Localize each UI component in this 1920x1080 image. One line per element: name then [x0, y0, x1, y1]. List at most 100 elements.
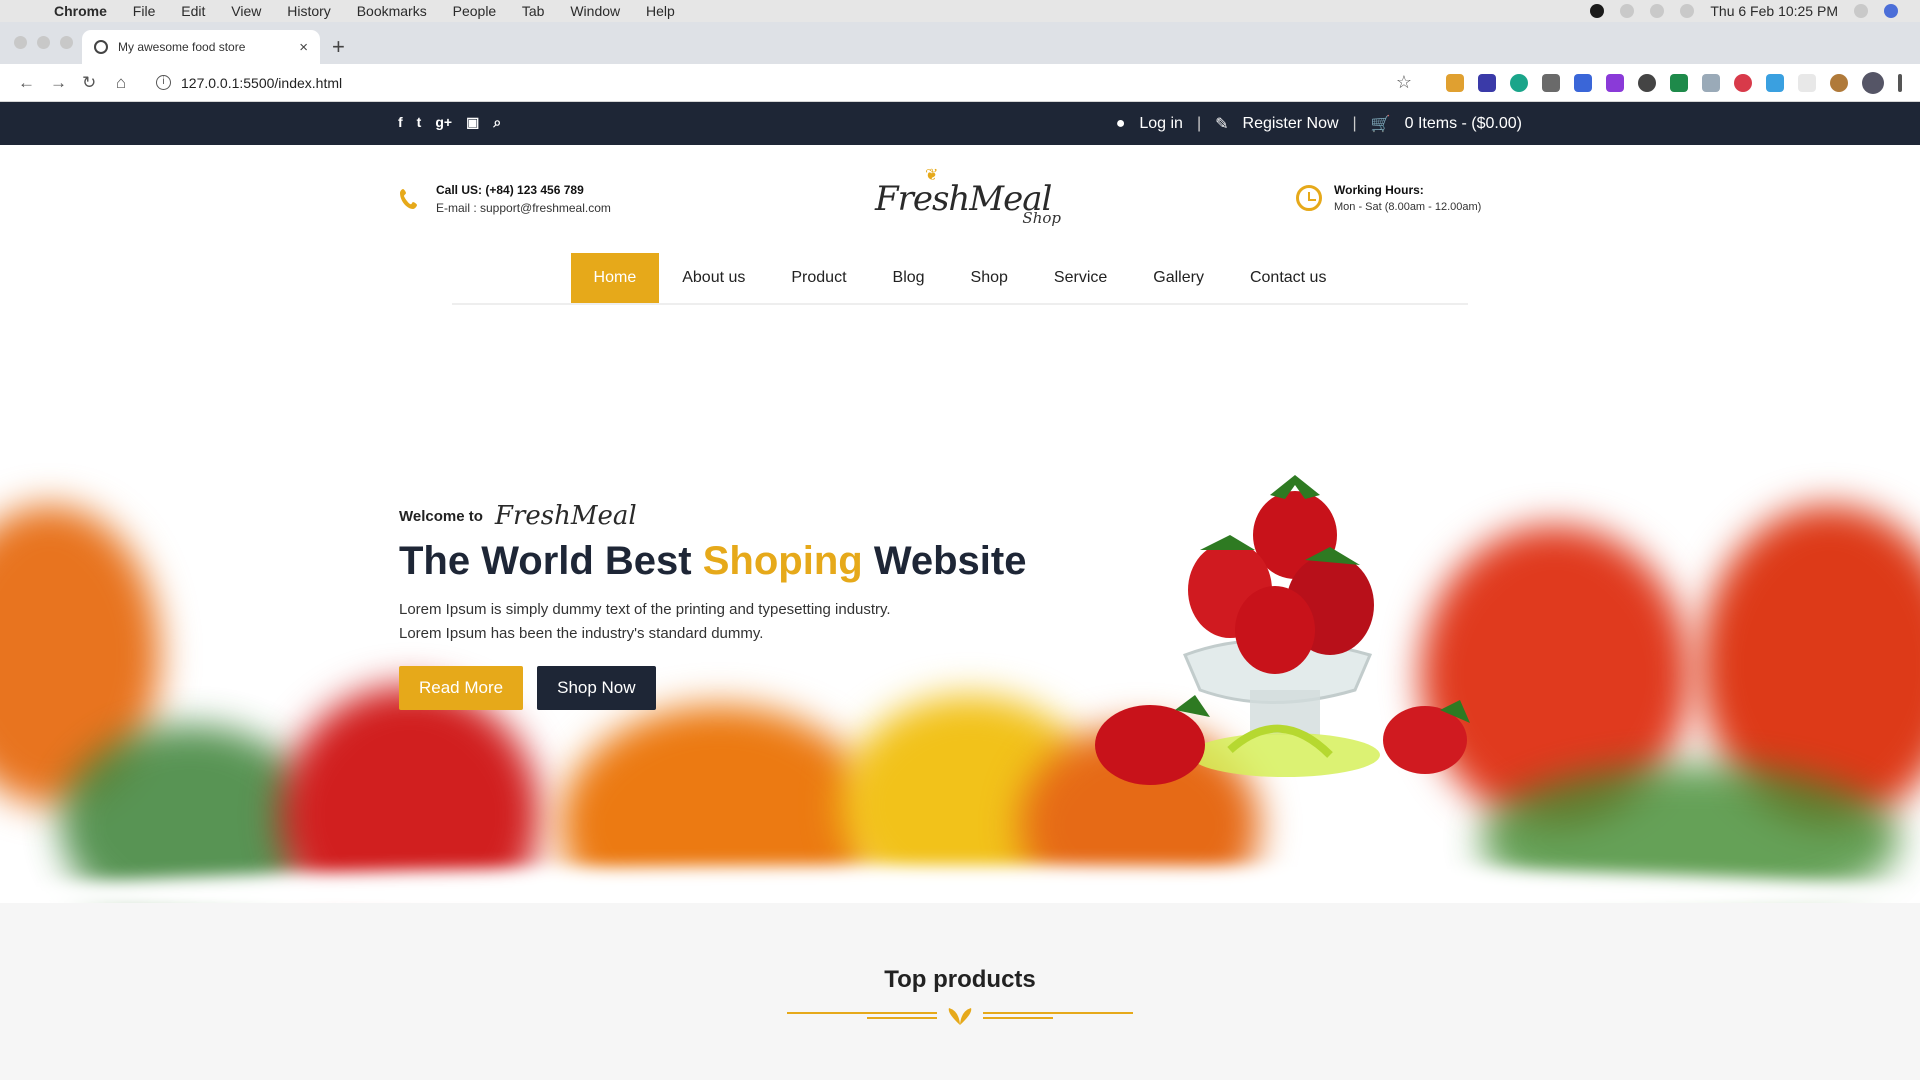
facebook-icon[interactable]: f: [398, 114, 403, 131]
extension-icon[interactable]: [1446, 73, 1464, 92]
leaf-icon: ❦: [925, 167, 939, 184]
extension-icon[interactable]: [1798, 73, 1816, 92]
search-icon[interactable]: [1854, 4, 1868, 18]
extension-icon[interactable]: [1510, 73, 1528, 92]
menu-window[interactable]: Window: [570, 3, 620, 19]
phone-icon: [400, 189, 417, 209]
extension-icon[interactable]: [1766, 73, 1784, 92]
tab-strip: My awesome food store × +: [0, 22, 1920, 64]
social-links: f t g+ ▣ ⌕: [398, 114, 501, 131]
new-tab-button[interactable]: +: [332, 34, 345, 60]
menu-chrome[interactable]: Chrome: [54, 3, 107, 19]
app-menu: Chrome File Edit View History Bookmarks …: [40, 3, 697, 19]
nav-shop[interactable]: Shop: [948, 253, 1031, 303]
register-link[interactable]: Register Now: [1243, 115, 1339, 133]
site-logo[interactable]: ❦ FreshMeal Shop: [875, 165, 1065, 235]
account-links: ● Log in | ✎ Register Now | 🛒 0 Items - …: [1116, 114, 1522, 134]
siri-icon[interactable]: [1884, 4, 1898, 18]
back-icon[interactable]: ←: [18, 73, 35, 93]
globe-icon: [94, 40, 108, 54]
email-address[interactable]: E-mail : support@freshmeal.com: [436, 201, 611, 215]
profile-avatar[interactable]: [1862, 71, 1884, 94]
section-divider: [787, 1008, 1133, 1025]
nav-blog[interactable]: Blog: [870, 253, 948, 303]
minimize-window-icon[interactable]: [37, 36, 50, 49]
phone-number: Call US: (+84) 123 456 789: [436, 183, 584, 197]
extension-icon[interactable]: [1670, 73, 1688, 92]
nav-home[interactable]: Home: [570, 253, 660, 303]
home-icon[interactable]: ⌂: [114, 73, 128, 93]
working-hours: Working Hours: Mon - Sat (8.00am - 12.00…: [1296, 183, 1481, 213]
info-icon[interactable]: i: [156, 75, 171, 90]
hero-buttons: Read More Shop Now: [399, 666, 1026, 710]
extension-icon[interactable]: [1638, 73, 1656, 92]
logo-subtext: Shop: [1022, 209, 1061, 227]
menu-clock[interactable]: Thu 6 Feb 10:25 PM: [1710, 3, 1838, 19]
menu-bookmarks[interactable]: Bookmarks: [357, 3, 427, 19]
record-icon[interactable]: [1590, 4, 1605, 18]
cart-icon: 🛒: [1370, 116, 1391, 133]
nav-gallery[interactable]: Gallery: [1130, 253, 1227, 303]
extension-icon[interactable]: [1542, 73, 1560, 92]
hero-content: Welcome to FreshMeal The World Best Shop…: [399, 501, 1026, 710]
separator: |: [1352, 115, 1357, 132]
tab-title: My awesome food store: [118, 40, 246, 54]
bookmark-star-icon[interactable]: ☆: [1396, 72, 1412, 93]
menu-history[interactable]: History: [287, 3, 331, 19]
menu-edit[interactable]: Edit: [181, 3, 205, 19]
zoom-window-icon[interactable]: [60, 36, 73, 49]
read-more-button[interactable]: Read More: [399, 666, 524, 710]
hero-description: Lorem Ipsum is simply dummy text of the …: [399, 598, 1026, 646]
welcome-logo-text: FreshMeal: [494, 501, 637, 531]
tray-icon[interactable]: [1620, 4, 1635, 18]
headline-accent: Shoping: [702, 539, 863, 583]
wifi-icon[interactable]: [1650, 4, 1665, 18]
nav-contact-us[interactable]: Contact us: [1227, 253, 1349, 303]
url-field[interactable]: i 127.0.0.1:5500/index.html: [156, 75, 342, 91]
close-window-icon[interactable]: [14, 36, 27, 49]
google-plus-icon[interactable]: g+: [435, 114, 452, 131]
menu-view[interactable]: View: [231, 3, 261, 19]
shop-now-button[interactable]: Shop Now: [537, 666, 656, 710]
reload-icon[interactable]: ↻: [82, 73, 96, 93]
forward-icon[interactable]: →: [50, 73, 67, 93]
welcome-line: Welcome to FreshMeal: [399, 501, 1026, 531]
site-header: Call US: (+84) 123 456 789 E-mail : supp…: [0, 145, 1920, 255]
menu-file[interactable]: File: [133, 3, 156, 19]
battery-icon[interactable]: [1680, 4, 1695, 18]
extension-icon[interactable]: [1606, 73, 1624, 92]
menu-tab[interactable]: Tab: [522, 3, 545, 19]
nav-about-us[interactable]: About us: [659, 253, 768, 303]
extension-icon[interactable]: [1574, 73, 1592, 92]
login-link[interactable]: Log in: [1139, 115, 1183, 133]
nav-product[interactable]: Product: [768, 253, 869, 303]
contact-info: Call US: (+84) 123 456 789 E-mail : supp…: [398, 183, 611, 215]
address-bar: ← → ↻ ⌂ i 127.0.0.1:5500/index.html ☆: [0, 64, 1920, 102]
site-topbar: f t g+ ▣ ⌕ ● Log in | ✎ Register Now | 🛒…: [0, 102, 1920, 145]
top-products-section: Top products: [0, 903, 1920, 1080]
more-menu-icon[interactable]: [1898, 73, 1902, 92]
browser-tab[interactable]: My awesome food store ×: [82, 30, 320, 64]
strawberry-bowl-image: [1095, 475, 1470, 785]
close-tab-icon[interactable]: ×: [299, 39, 308, 56]
url-text[interactable]: 127.0.0.1:5500/index.html: [181, 75, 342, 91]
desc-line-2: Lorem Ipsum has been the industry's stan…: [399, 625, 764, 642]
edit-icon: ✎: [1215, 116, 1229, 133]
instagram-icon[interactable]: ▣: [466, 114, 479, 131]
extension-icon[interactable]: [1478, 73, 1496, 92]
menu-people[interactable]: People: [453, 3, 497, 19]
menu-help[interactable]: Help: [646, 3, 675, 19]
window-controls: [14, 36, 73, 49]
extension-icon[interactable]: [1830, 73, 1848, 92]
nav-service[interactable]: Service: [1031, 253, 1130, 303]
user-icon: ●: [1115, 115, 1126, 132]
macos-menu-bar: Chrome File Edit View History Bookmarks …: [0, 0, 1920, 22]
extension-icon[interactable]: [1734, 73, 1752, 92]
twitter-icon[interactable]: t: [417, 114, 422, 131]
extension-icon[interactable]: [1702, 73, 1720, 92]
extensions-bar: ☆: [1396, 71, 1902, 94]
cart-summary[interactable]: 0 Items - ($0.00): [1405, 115, 1522, 133]
search-icon[interactable]: ⌕: [493, 114, 501, 131]
hero-headline: The World Best Shoping Website: [399, 539, 1026, 584]
main-nav: Home About us Product Blog Shop Service …: [452, 253, 1468, 305]
